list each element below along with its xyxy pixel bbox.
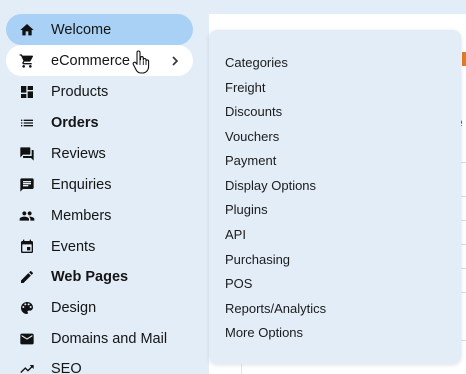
- sidebar-item-label: Domains and Mail: [51, 330, 168, 347]
- sidebar-item-reviews[interactable]: Reviews: [6, 138, 193, 169]
- mail-icon: [19, 331, 35, 347]
- submenu-item-reports-analytics[interactable]: Reports/Analytics: [225, 298, 326, 318]
- submenu-item-pos[interactable]: POS: [225, 273, 252, 293]
- submenu-item-plugins[interactable]: Plugins: [225, 199, 268, 219]
- sidebar-item-label: Design: [51, 299, 97, 316]
- submenu-item-discounts[interactable]: Discounts: [225, 101, 282, 121]
- sidebar-item-domains-mail[interactable]: Domains and Mail: [6, 323, 193, 354]
- chevron-right-icon: [169, 54, 181, 66]
- sidebar-item-design[interactable]: Design: [6, 292, 193, 323]
- sidebar-item-ecommerce[interactable]: eCommerce: [6, 45, 193, 76]
- sidebar-item-label: SEO: [51, 360, 82, 374]
- submenu-item-display-options[interactable]: Display Options: [225, 175, 316, 195]
- sidebar-item-seo[interactable]: SEO: [6, 353, 193, 374]
- sidebar-item-members[interactable]: Members: [6, 200, 193, 231]
- sidebar-item-label: Reviews: [51, 145, 106, 162]
- submenu-item-more-options[interactable]: More Options: [225, 322, 303, 342]
- trending-icon: [19, 361, 35, 374]
- palette-icon: [19, 300, 35, 316]
- accent-marker: [462, 52, 466, 66]
- sidebar-item-web-pages[interactable]: Web Pages: [6, 261, 193, 292]
- sidebar-item-label: Web Pages: [51, 268, 129, 285]
- dashboard-icon: [19, 84, 35, 100]
- forum-icon: [19, 146, 35, 162]
- message-icon: [19, 177, 35, 193]
- sidebar-item-welcome[interactable]: Welcome: [6, 14, 193, 45]
- sidebar-item-orders[interactable]: Orders: [6, 107, 193, 138]
- people-icon: [19, 208, 35, 224]
- sidebar: Welcome eCommerce Products Orders Review…: [0, 0, 209, 374]
- sidebar-item-events[interactable]: Events: [6, 231, 193, 262]
- sidebar-item-label: Events: [51, 238, 96, 255]
- cart-icon: [19, 53, 35, 69]
- pencil-icon: [19, 269, 35, 285]
- calendar-icon: [19, 239, 35, 255]
- hand-cursor-icon: [131, 50, 151, 74]
- submenu-item-purchasing[interactable]: Purchasing: [225, 249, 290, 269]
- submenu-item-vouchers[interactable]: Vouchers: [225, 126, 279, 146]
- home-icon: [19, 22, 35, 38]
- sidebar-item-label: Enquiries: [51, 176, 112, 193]
- sidebar-item-label: Members: [51, 207, 112, 224]
- sidebar-item-label: Orders: [51, 114, 99, 131]
- submenu-item-categories[interactable]: Categories: [225, 52, 288, 72]
- sidebar-item-label: eCommerce: [51, 52, 130, 69]
- submenu-item-payment[interactable]: Payment: [225, 150, 276, 170]
- sidebar-item-products[interactable]: Products: [6, 76, 193, 107]
- sidebar-item-label: Welcome: [51, 21, 112, 38]
- list-icon: [19, 115, 35, 131]
- sidebar-item-label: Products: [51, 83, 109, 100]
- submenu-item-api[interactable]: API: [225, 224, 246, 244]
- submenu-item-freight[interactable]: Freight: [225, 77, 265, 97]
- sidebar-item-enquiries[interactable]: Enquiries: [6, 169, 193, 200]
- ecommerce-submenu: Categories Freight Discounts Vouchers Pa…: [209, 30, 461, 364]
